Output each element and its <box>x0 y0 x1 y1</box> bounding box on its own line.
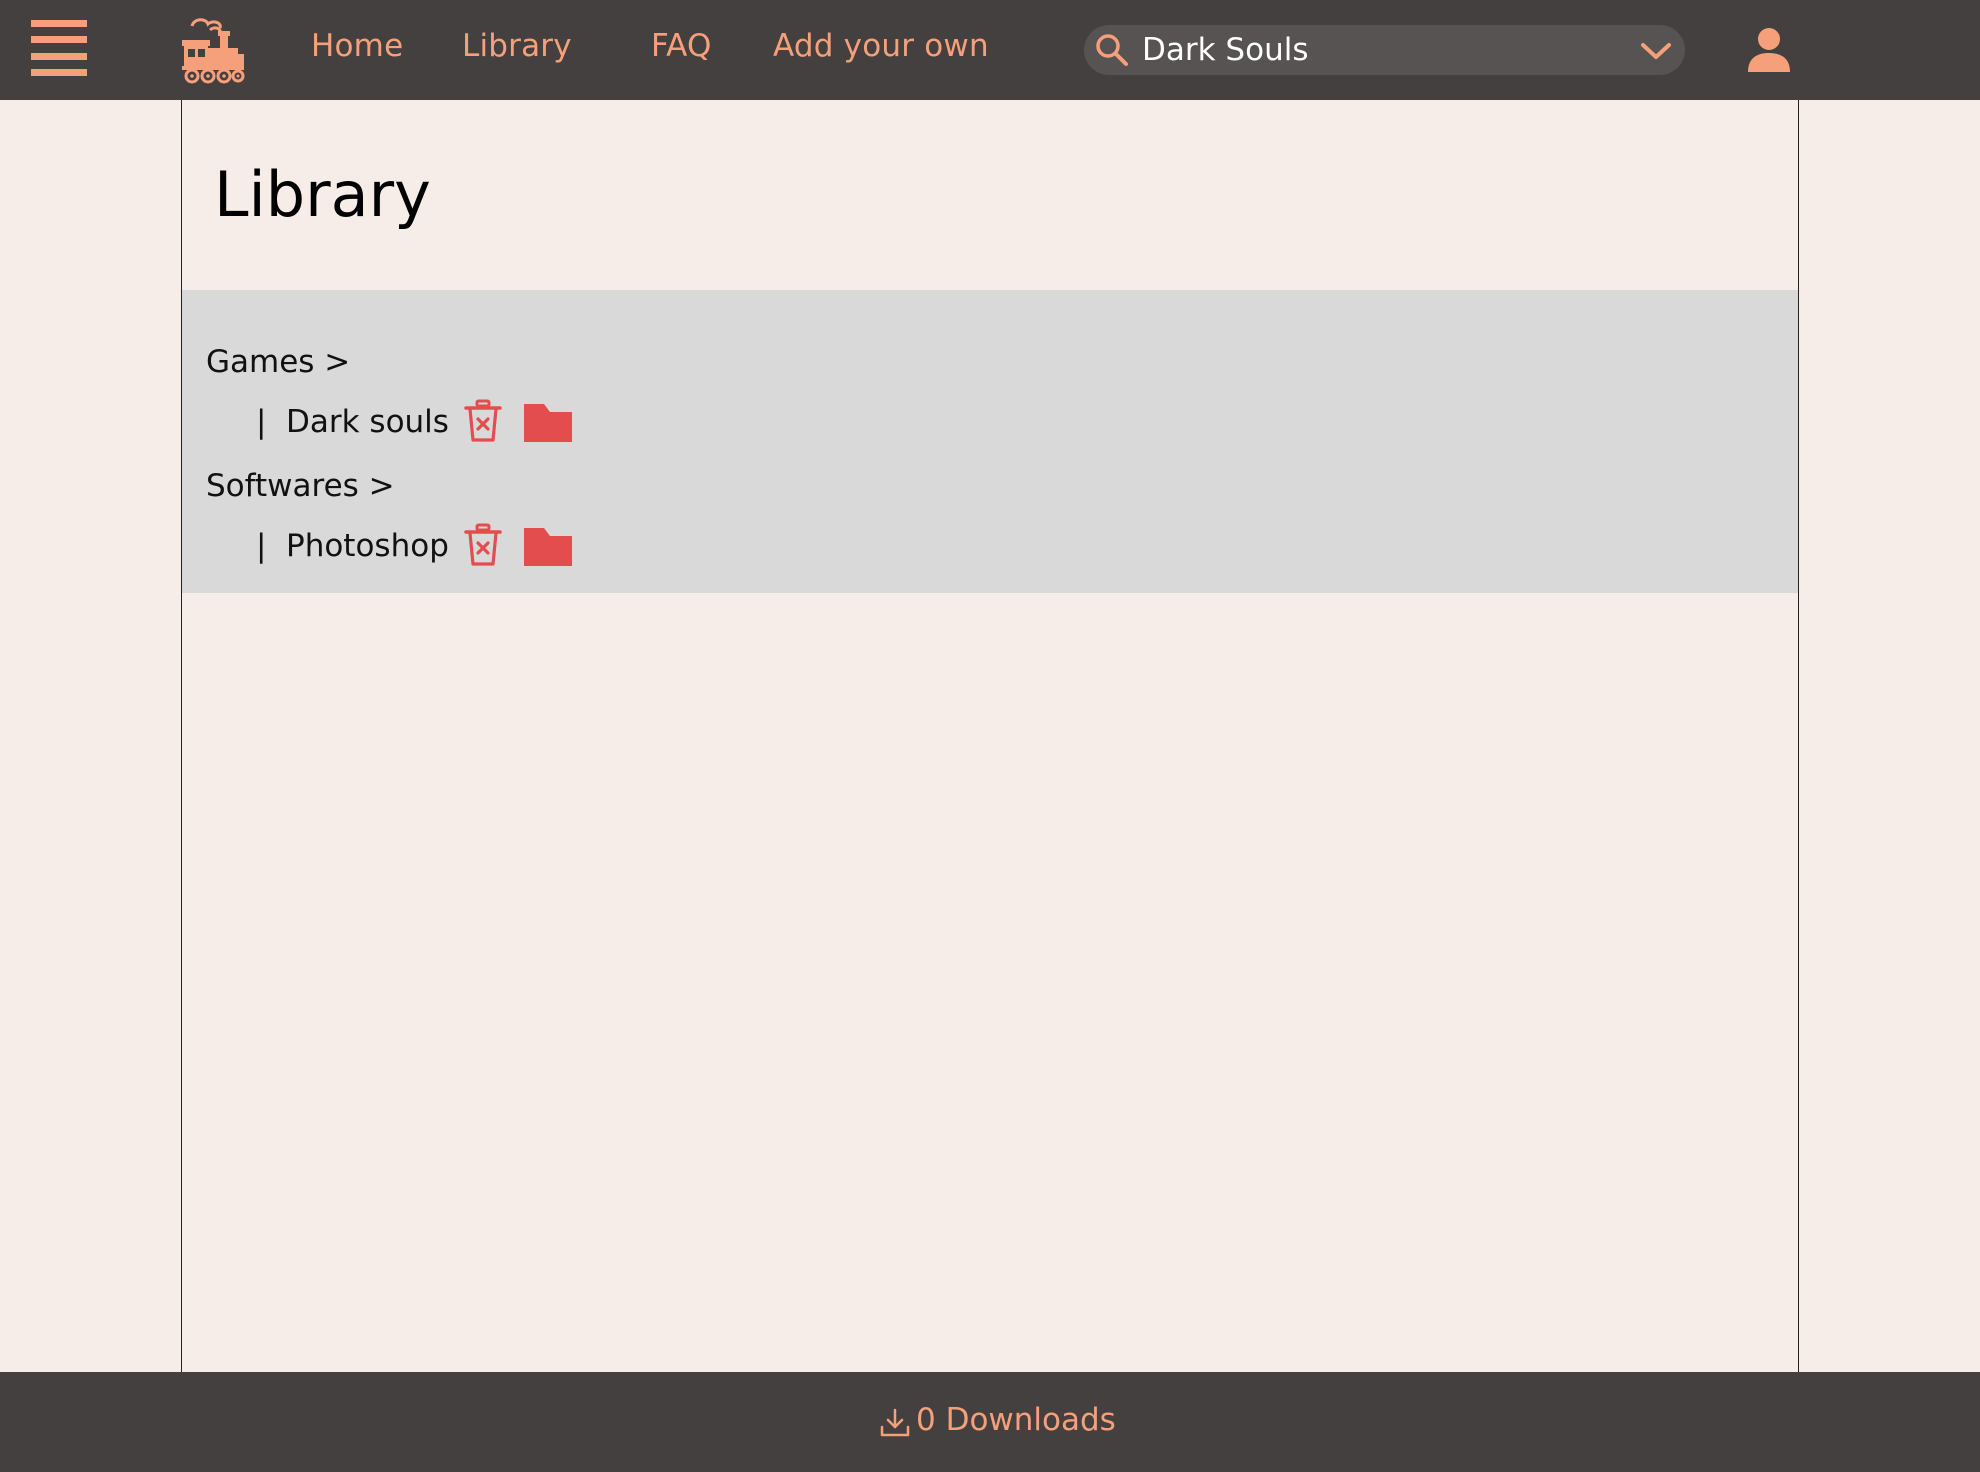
library-item-dark-souls: | Dark souls <box>182 399 982 452</box>
hamburger-menu-icon[interactable] <box>31 20 87 76</box>
search-input[interactable] <box>1142 28 1612 72</box>
folder-icon[interactable] <box>524 528 572 566</box>
footer-bar: 0 Downloads <box>0 1372 1980 1472</box>
search-box <box>1084 25 1685 75</box>
nav-home[interactable]: Home <box>311 28 403 64</box>
nav-add-your-own[interactable]: Add your own <box>773 28 989 64</box>
category-softwares[interactable]: Softwares > <box>206 468 395 504</box>
train-logo-icon[interactable] <box>180 16 246 84</box>
page-title: Library <box>214 158 431 231</box>
item-name[interactable]: Dark souls <box>286 404 449 440</box>
nav-faq[interactable]: FAQ <box>651 28 712 64</box>
category-games[interactable]: Games > <box>206 344 350 380</box>
download-icon <box>880 1408 910 1437</box>
main-content: Library Games > | Dark souls Softwares >… <box>181 100 1799 1372</box>
item-name[interactable]: Photoshop <box>286 528 449 564</box>
item-indent-marker: | <box>256 528 267 564</box>
trash-icon[interactable] <box>463 523 503 567</box>
trash-icon[interactable] <box>463 399 503 443</box>
top-navbar: Home Library FAQ Add your own <box>0 0 1980 100</box>
search-icon[interactable] <box>1094 32 1130 68</box>
library-panel: Games > | Dark souls Softwares > | Photo… <box>182 290 1798 593</box>
chevron-down-icon[interactable] <box>1640 41 1672 61</box>
nav-library[interactable]: Library <box>462 28 572 64</box>
folder-icon[interactable] <box>524 404 572 442</box>
item-indent-marker: | <box>256 404 267 440</box>
library-item-photoshop: | Photoshop <box>182 523 982 576</box>
user-icon[interactable] <box>1745 26 1793 74</box>
downloads-label: 0 Downloads <box>916 1402 1116 1438</box>
